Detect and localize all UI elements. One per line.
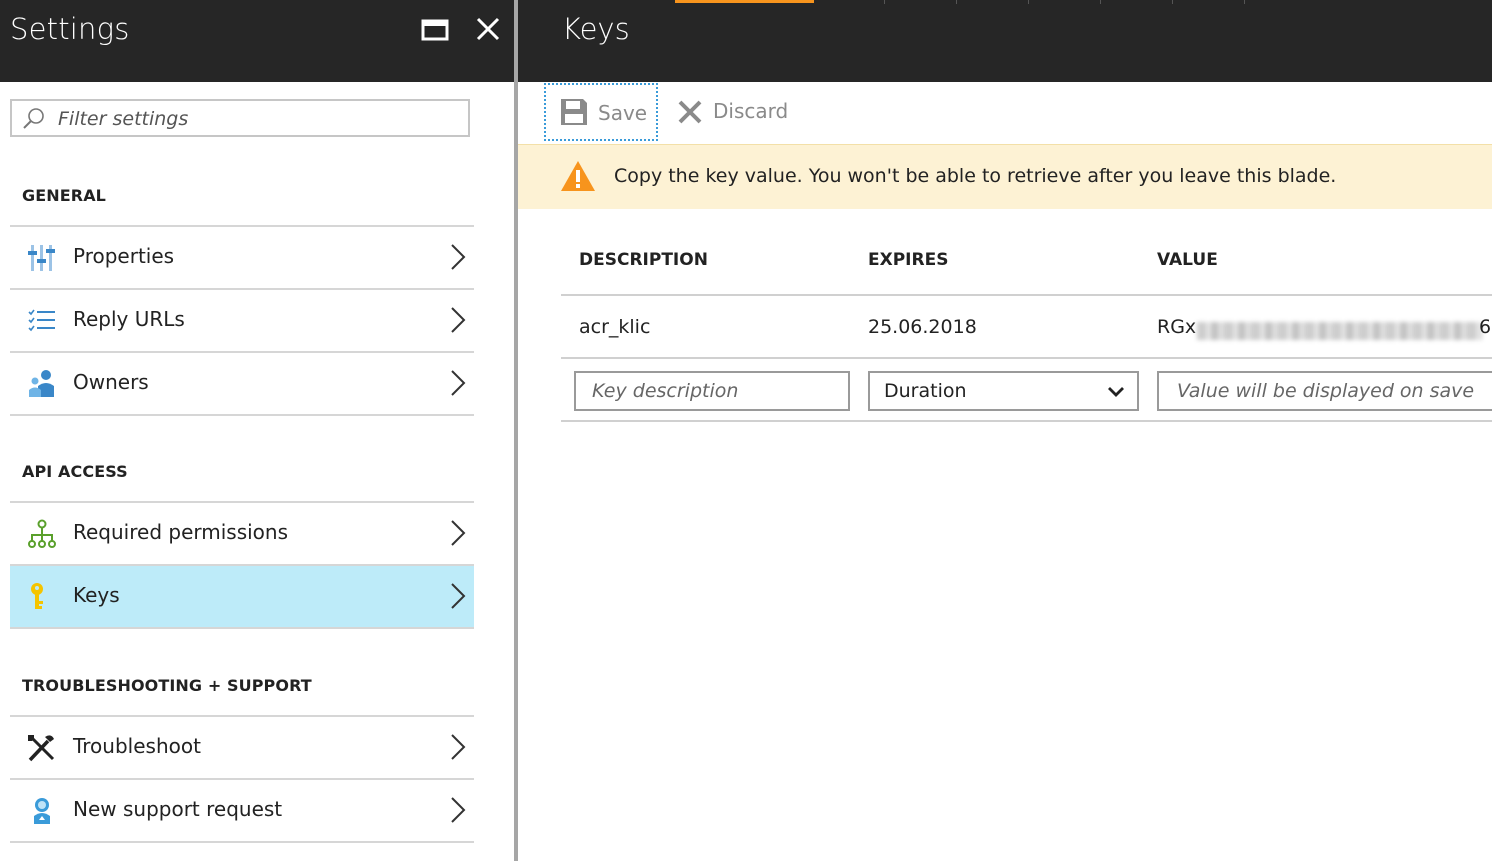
nav-label-troubleshoot: Troubleshoot [73, 734, 201, 758]
section-header-troubleshooting-support: TROUBLESHOOTING + SUPPORT [22, 676, 312, 695]
nav-item-owners[interactable]: Owners [10, 351, 474, 416]
key-value-redacted [1197, 322, 1482, 340]
key-value-field: Value will be displayed on save [1157, 371, 1492, 411]
nav-item-properties[interactable]: Properties [10, 225, 474, 288]
key-expires-cell: 25.06.2018 [868, 316, 977, 338]
nav-label-properties: Properties [73, 244, 175, 268]
filter-settings-box[interactable] [10, 99, 470, 137]
blade-tab-tick [1028, 0, 1029, 4]
nav-label-owners: Owners [73, 370, 149, 394]
nav-label-required-permissions: Required permissions [73, 520, 289, 544]
settings-title: Settings [10, 12, 130, 46]
key-description-input[interactable] [574, 371, 850, 411]
settings-blade: Settings GENERAL [0, 0, 514, 861]
key-description-cell: acr_klic [579, 316, 651, 338]
key-value-tail: 6 [1479, 316, 1492, 338]
keys-blade: Keys Save Discard Copy the key value. Yo… [518, 0, 1492, 861]
nav-label-keys: Keys [73, 583, 120, 607]
api-access-nav-list: Required permissions Keys [10, 501, 474, 629]
chevron-right-icon [451, 797, 466, 823]
section-header-general: GENERAL [22, 186, 106, 205]
chevron-right-icon [451, 520, 466, 546]
blade-tab-tick [1172, 0, 1173, 4]
warning-icon [561, 161, 595, 191]
warning-text: Copy the key value. You won't be able to… [614, 165, 1337, 187]
settings-header: Settings [0, 0, 514, 82]
key-icon [31, 583, 43, 609]
column-header-expires: EXPIRES [868, 250, 949, 270]
table-bottom-divider [561, 420, 1492, 422]
column-header-description: DESCRIPTION [579, 250, 708, 270]
nav-label-new-support-request: New support request [73, 797, 283, 821]
key-value-placeholder: Value will be displayed on save [1177, 380, 1475, 402]
close-icon [476, 17, 500, 41]
chevron-right-icon [451, 734, 466, 760]
general-nav-list: Properties Reply URLs Owners [10, 225, 474, 416]
properties-icon [28, 245, 55, 271]
nav-item-new-support-request[interactable]: New support request [10, 778, 474, 843]
chevron-right-icon [451, 307, 466, 333]
column-header-value: VALUE [1157, 250, 1218, 270]
chevron-right-icon [451, 583, 466, 609]
search-icon [23, 108, 44, 129]
table-row-divider [561, 357, 1492, 359]
discard-button[interactable]: Discard [672, 83, 792, 141]
active-blade-indicator [675, 0, 814, 3]
nav-item-reply-urls[interactable]: Reply URLs [10, 288, 474, 351]
table-header-divider [561, 294, 1492, 296]
troubleshooting-nav-list: Troubleshoot New support request [10, 715, 474, 843]
keys-header: Keys [518, 0, 1492, 82]
nav-label-reply-urls: Reply URLs [73, 307, 185, 331]
command-bar: Save Discard [518, 82, 1492, 144]
nav-item-keys[interactable]: Keys [10, 564, 474, 629]
nav-item-required-permissions[interactable]: Required permissions [10, 501, 474, 564]
maximize-icon [421, 19, 449, 41]
chevron-right-icon [451, 244, 466, 270]
chevron-down-icon [1108, 387, 1124, 397]
permissions-icon [28, 519, 56, 548]
maximize-button[interactable] [420, 16, 450, 46]
duration-dropdown[interactable]: Duration [868, 371, 1139, 411]
save-icon [561, 99, 587, 125]
save-button[interactable]: Save [544, 83, 658, 141]
blade-tab-tick [1244, 0, 1245, 4]
owners-icon [29, 370, 54, 397]
nav-item-troubleshoot[interactable]: Troubleshoot [10, 715, 474, 778]
blade-tab-tick [1100, 0, 1101, 4]
key-value-cell[interactable]: RGx [1157, 316, 1196, 338]
section-header-api-access: API ACCESS [22, 462, 128, 481]
chevron-right-icon [451, 370, 466, 396]
warning-banner: Copy the key value. You won't be able to… [518, 144, 1492, 209]
wrench-icon [28, 735, 55, 762]
support-icon [34, 798, 50, 824]
discard-icon [678, 100, 702, 124]
blade-tab-tick [956, 0, 957, 4]
blade-tab-tick [884, 0, 885, 4]
save-label: Save [598, 101, 648, 125]
duration-selected-value: Duration [884, 380, 967, 402]
discard-label: Discard [713, 99, 789, 123]
filter-settings-input[interactable] [56, 103, 460, 135]
close-button[interactable] [473, 14, 503, 44]
reply-urls-icon [28, 309, 55, 332]
keys-title: Keys [562, 12, 630, 46]
